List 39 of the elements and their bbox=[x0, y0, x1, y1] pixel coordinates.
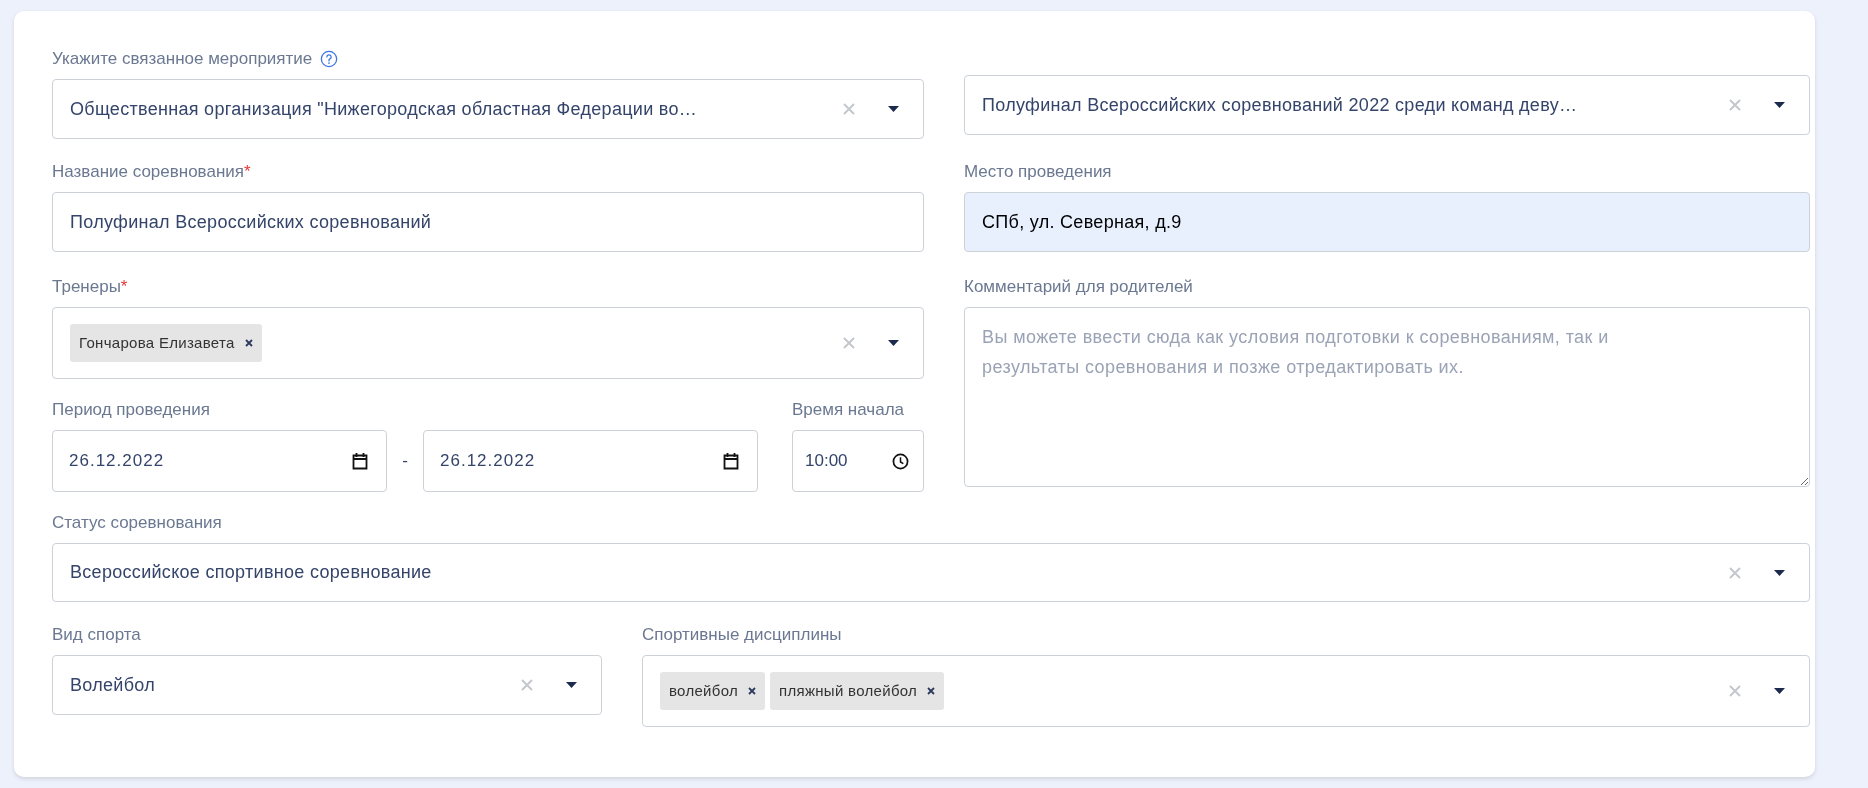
caret-icon[interactable] bbox=[888, 106, 899, 112]
select-field[interactable]: Волейбол bbox=[52, 655, 602, 715]
select-field[interactable]: Общественная организация "Нижегородская областная Федерации во… bbox=[52, 79, 924, 139]
place-input[interactable]: СПб, ул. Северная, д.9 bbox=[964, 192, 1810, 252]
clock-icon[interactable] bbox=[892, 452, 909, 470]
calendar-icon[interactable] bbox=[352, 452, 368, 470]
caret-icon[interactable] bbox=[1774, 688, 1785, 694]
field-label: Место проведения bbox=[964, 161, 1112, 184]
multi-select-field[interactable]: Гончарова Елизавета bbox=[52, 307, 924, 379]
time-field[interactable]: 10:00 bbox=[792, 430, 924, 492]
tag-chip: пляжный волейбол bbox=[770, 672, 945, 710]
remove-icon[interactable] bbox=[927, 687, 936, 695]
field-label: Статус соревнования bbox=[52, 512, 222, 535]
remove-icon[interactable] bbox=[244, 339, 253, 347]
calendar-icon[interactable] bbox=[723, 452, 739, 470]
caret-icon[interactable] bbox=[566, 682, 577, 688]
comment-textarea[interactable]: Вы можете ввести сюда как условия подготовки к соревнованиям, так и результаты соревнования и позже отредактировать их. bbox=[964, 307, 1810, 487]
field-label: Название соревнования* bbox=[52, 161, 251, 184]
field-label: Комментарий для родителей bbox=[964, 276, 1193, 299]
field-label: Период проведения bbox=[52, 399, 210, 422]
select-field[interactable]: Всероссийское спортивное соревнование bbox=[52, 543, 1810, 602]
tag-chip: волейбол bbox=[660, 672, 766, 710]
remove-icon[interactable] bbox=[748, 687, 757, 695]
field-label: Тренеры* bbox=[52, 276, 128, 299]
field-label: Укажите связанное мероприятие bbox=[52, 48, 313, 71]
field-label: Вид спорта bbox=[52, 624, 141, 647]
caret-icon[interactable] bbox=[888, 340, 899, 346]
field-label: Спортивные дисциплины bbox=[642, 624, 842, 647]
caret-icon[interactable] bbox=[1774, 102, 1785, 108]
help-icon[interactable] bbox=[320, 50, 339, 68]
caret-icon[interactable] bbox=[1774, 569, 1785, 576]
date-separator: - bbox=[401, 450, 409, 473]
name-input[interactable]: Полуфинал Всероссийских соревнований bbox=[52, 192, 924, 252]
date-field[interactable]: 26.12.2022 bbox=[52, 430, 387, 492]
tag-chip: Гончарова Елизавета bbox=[70, 324, 262, 362]
field-label: Время начала bbox=[792, 399, 905, 422]
multi-select-field[interactable]: волейбол пляжный волейбол bbox=[642, 655, 1810, 727]
date-field[interactable]: 26.12.2022 bbox=[423, 430, 758, 492]
select-field[interactable]: Полуфинал Всероссийских соревнований 2022 среди команд деву… bbox=[964, 75, 1810, 135]
